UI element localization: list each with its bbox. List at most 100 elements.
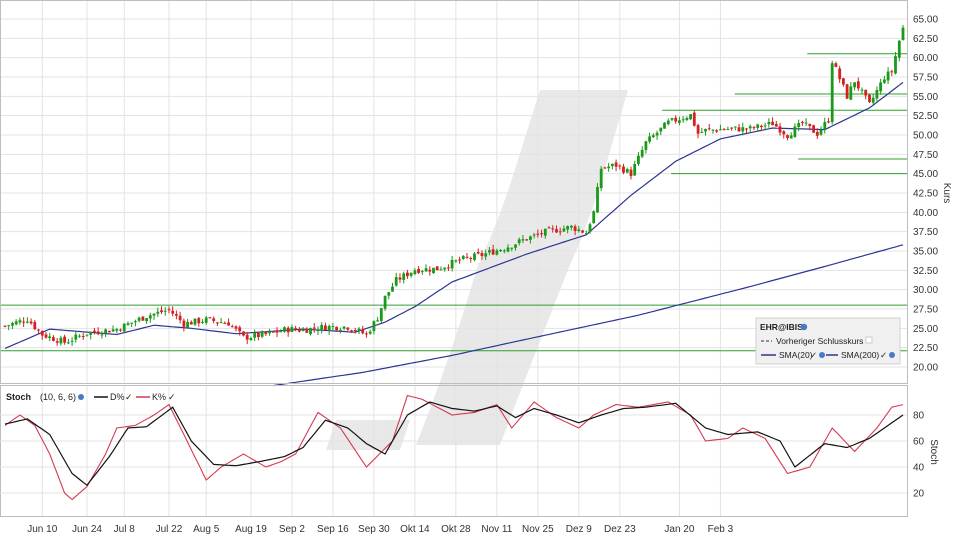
candle [402, 271, 406, 284]
candle-body [864, 89, 868, 96]
candle [346, 327, 350, 332]
candle-body [130, 322, 134, 324]
candle-body [29, 321, 33, 324]
candle-body [767, 121, 771, 125]
candle [163, 307, 167, 316]
candle-body [577, 229, 581, 231]
candle-body [66, 342, 70, 344]
candle-body [383, 295, 387, 309]
candle-body [804, 122, 808, 124]
candle-body [782, 131, 786, 135]
y-tick-label: 65.00 [913, 15, 938, 26]
x-tick-label: Dez 23 [604, 524, 636, 535]
legend-sma20: SMA(20) [779, 350, 813, 360]
candle-body [484, 253, 488, 257]
candle [70, 336, 74, 347]
stock-chart: 65.00 62.50 60.00 57.50 55.00 52.50 50.00 47.50… [0, 0, 952, 535]
candle [864, 89, 868, 100]
x-tick-label: Dez 9 [566, 524, 593, 535]
candle-body [473, 253, 476, 260]
candle-body [301, 329, 305, 331]
candle [771, 117, 774, 126]
candle [458, 256, 461, 264]
candle [856, 77, 860, 92]
candle [189, 320, 193, 325]
candle-body [122, 323, 126, 332]
candle-body [286, 327, 290, 333]
candle [242, 331, 245, 337]
candle-body [424, 268, 428, 272]
candle [249, 336, 253, 341]
candle-body [651, 135, 655, 138]
candle [428, 266, 432, 276]
candle-body [454, 260, 458, 262]
candle-body [216, 322, 219, 324]
candle [52, 335, 55, 342]
candle-body [126, 323, 130, 326]
info-icon[interactable] [889, 352, 895, 358]
candle [875, 86, 879, 102]
info-icon[interactable] [78, 394, 84, 400]
candle-body [644, 141, 648, 150]
check-icon[interactable]: ✓ [880, 350, 887, 360]
candle-body [357, 328, 361, 331]
candle-body [786, 135, 789, 138]
candle-body [584, 233, 588, 235]
check-icon[interactable]: ✓ [168, 392, 176, 402]
candle-body [104, 329, 107, 334]
candle-body [145, 318, 148, 322]
x-tick-label: Feb 3 [708, 524, 734, 535]
candle-body [208, 317, 212, 319]
candle-body [838, 68, 842, 80]
candle [700, 127, 704, 134]
candle [782, 130, 786, 139]
candle [100, 331, 104, 339]
candle [774, 120, 778, 127]
y-tick-label: 52.50 [913, 111, 938, 122]
candle-body [327, 325, 331, 331]
candle [692, 110, 696, 127]
candle [309, 327, 312, 336]
candle [737, 124, 741, 132]
y-tick-label: 42.50 [913, 189, 938, 200]
candle [361, 325, 365, 335]
candle-body [625, 169, 629, 173]
candle [119, 328, 122, 332]
x-tick-label: Jan 20 [664, 524, 694, 535]
candle [592, 210, 596, 224]
candle-body [40, 330, 44, 336]
candle [234, 325, 238, 332]
candle-body [413, 270, 417, 275]
candle-body [801, 121, 804, 124]
main-y-axis-title: Kurs [941, 183, 952, 204]
candle-body [398, 277, 402, 280]
candle-body [532, 234, 536, 236]
candle-body [182, 320, 186, 327]
candle [726, 126, 730, 131]
candle-body [551, 228, 555, 230]
candle-body [428, 269, 432, 272]
info-icon[interactable] [819, 352, 825, 358]
candle-body [193, 318, 197, 325]
check-icon[interactable]: ✓ [810, 350, 817, 360]
candle [372, 320, 376, 335]
candle-body [230, 326, 234, 328]
candle-body [279, 331, 283, 333]
check-icon[interactable]: ✓ [125, 392, 133, 402]
stoch-params: (10, 6, 6) [40, 392, 76, 402]
candle-body [506, 247, 510, 252]
candle-body [339, 329, 342, 331]
candle-body [223, 323, 227, 324]
candle [681, 116, 685, 123]
candle [74, 331, 78, 343]
candle-body [212, 318, 216, 321]
info-icon[interactable] [800, 323, 808, 331]
prev-close-checkbox[interactable] [865, 336, 873, 344]
candle-body [655, 132, 659, 136]
candle [286, 326, 290, 337]
candle [890, 69, 894, 77]
candle-body [868, 94, 871, 102]
candle [93, 328, 96, 335]
candle-body [78, 335, 81, 337]
candle-body [700, 132, 704, 134]
